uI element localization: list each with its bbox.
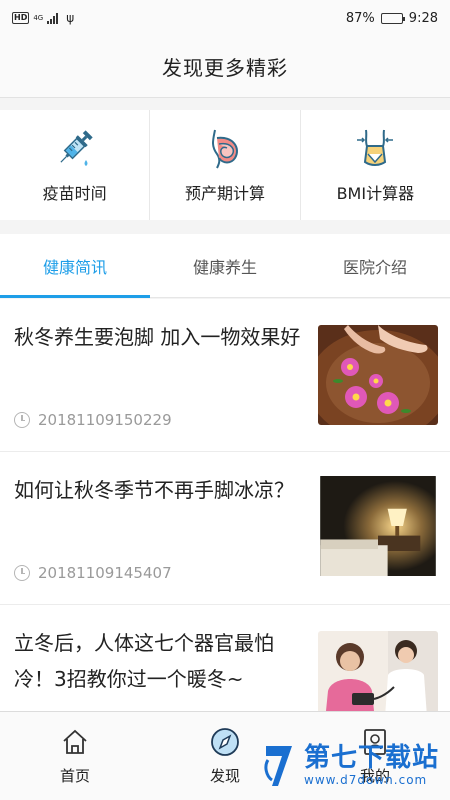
tool-label: BMI计算器	[336, 184, 415, 203]
home-icon	[63, 729, 87, 754]
nav-home[interactable]: 首页	[0, 712, 150, 800]
tab-health-news[interactable]: 健康简讯	[0, 234, 150, 298]
title-bar: 发现更多精彩	[0, 36, 450, 98]
article-thumbnail	[318, 476, 438, 580]
article-title: 立冬后，人体这七个器官最怕冷！3招教你过一个暖冬~	[14, 631, 274, 691]
tab-hospital-intro[interactable]: 医院介绍	[300, 234, 450, 297]
nav-label: 发现	[209, 766, 240, 785]
syringe-icon	[60, 130, 93, 166]
battery-icon	[380, 12, 405, 24]
watermark-logo	[258, 740, 298, 790]
tool-label: 疫苗时间	[42, 184, 107, 203]
page-title: 发现更多精彩	[162, 56, 288, 80]
clock-time: 9:28	[408, 10, 438, 26]
compass-icon	[211, 727, 239, 756]
battery-percent: 87%	[345, 10, 375, 26]
article-thumbnail	[318, 325, 438, 425]
article-time: 20181109145407	[38, 564, 172, 582]
watermark-text: 第七下载站 www.d7down.com	[304, 743, 439, 787]
article-title: 秋冬养生要泡脚 加入一物效果好	[14, 325, 301, 349]
article-list: 秋冬养生要泡脚 加入一物效果好 20181109150229 如何让秋冬季节不再…	[0, 299, 450, 711]
article-meta: 20181109150229	[14, 411, 172, 429]
clock-icon	[14, 565, 30, 581]
status-left: HD 4G ψ	[12, 11, 74, 25]
article-thumbnail	[318, 631, 438, 711]
nav-label: 首页	[59, 766, 90, 785]
signal-icon	[47, 12, 59, 24]
tool-due-date[interactable]: 预产期计算	[150, 110, 301, 220]
hd-badge: HD	[12, 12, 30, 24]
foot-soak-image	[318, 325, 438, 425]
category-tabs: 健康简讯 健康养生 医院介绍	[0, 234, 450, 298]
article-time: 20181109150229	[38, 411, 172, 429]
site-watermark: 第七下载站 www.d7down.com	[250, 730, 450, 800]
article-title: 如何让秋冬季节不再手脚冰凉？	[14, 478, 294, 502]
list-item[interactable]: 如何让秋冬季节不再手脚冰凉？ 20181109145407	[0, 452, 450, 605]
list-item[interactable]: 立冬后，人体这七个器官最怕冷！3招教你过一个暖冬~	[0, 605, 450, 711]
body-measure-icon	[357, 129, 394, 166]
network-type: 4G	[33, 13, 44, 22]
tab-health-wellness[interactable]: 健康养生	[150, 234, 300, 297]
bedroom-image	[320, 476, 436, 576]
tool-label: 预产期计算	[184, 184, 265, 203]
tool-bmi[interactable]: BMI计算器	[301, 110, 450, 220]
status-bar: HD 4G ψ 87% 9:28	[0, 0, 450, 36]
usb-icon: ψ	[66, 11, 75, 25]
tool-grid: 疫苗时间 预产期计算 BMI计算器	[0, 110, 450, 220]
list-item[interactable]: 秋冬养生要泡脚 加入一物效果好 20181109150229	[0, 299, 450, 452]
blood-pressure-image	[318, 631, 438, 711]
clock-icon	[14, 412, 30, 428]
watermark-url: www.d7down.com	[304, 773, 428, 787]
article-meta: 20181109145407	[14, 564, 172, 582]
tool-vaccine-time[interactable]: 疫苗时间	[0, 110, 151, 220]
status-right: 87% 9:28	[346, 11, 438, 26]
pregnancy-icon	[211, 129, 238, 169]
watermark-main: 第七下载站	[304, 743, 440, 773]
